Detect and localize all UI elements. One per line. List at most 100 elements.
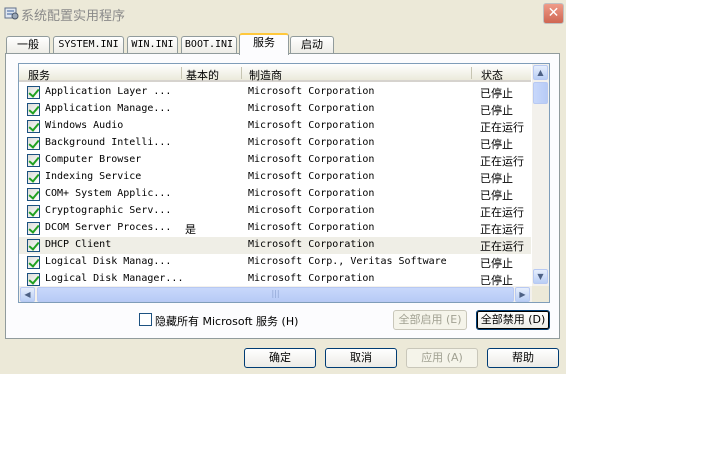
cancel-button[interactable]: 取消 <box>325 348 397 368</box>
service-checkbox[interactable] <box>27 154 40 167</box>
list-rows: Application Layer ... Microsoft Corporati… <box>19 84 531 286</box>
scroll-right-button[interactable]: ▶ <box>515 287 530 302</box>
table-row[interactable]: Application Layer ... Microsoft Corporati… <box>19 84 531 101</box>
status-cell: 已停止 <box>480 274 513 286</box>
vertical-scrollbar[interactable]: ▲ ▼ <box>532 64 549 286</box>
horizontal-scroll-thumb[interactable]: ||| <box>37 287 514 302</box>
table-row[interactable]: Windows Audio Microsoft Corporation 正在运行 <box>19 118 531 135</box>
status-cell: 正在运行 <box>480 240 524 253</box>
table-row[interactable]: Background Intelli... Microsoft Corporati… <box>19 135 531 152</box>
manufacturer-cell: Microsoft Corporation <box>248 239 375 250</box>
service-checkbox[interactable] <box>27 137 40 150</box>
column-header-service[interactable]: 服务 <box>28 67 50 83</box>
service-checkbox[interactable] <box>27 205 40 218</box>
enable-all-button[interactable]: 全部启用 (E) <box>393 310 467 330</box>
manufacturer-cell: Microsoft Corporation <box>248 86 375 97</box>
service-name-cell: Cryptographic Serv... <box>45 205 172 216</box>
tab-general[interactable]: 一般 <box>6 36 50 54</box>
scroll-down-button[interactable]: ▼ <box>533 269 548 284</box>
service-name-cell: Background Intelli... <box>45 137 172 148</box>
tab-boot-ini[interactable]: BOOT.INI <box>181 36 237 54</box>
column-separator[interactable] <box>471 67 472 79</box>
status-cell: 已停止 <box>480 189 513 202</box>
status-cell: 已停止 <box>480 138 513 151</box>
column-header-essential[interactable]: 基本的 <box>186 67 219 83</box>
title-bar: 系统配置实用程序 ✕ <box>0 0 566 26</box>
apply-button[interactable]: 应用 (A) <box>406 348 478 368</box>
msconfig-app-icon <box>4 7 19 20</box>
service-checkbox[interactable] <box>27 86 40 99</box>
service-name-cell: DCOM Server Proces... <box>45 222 172 233</box>
scrollbar-corner <box>532 286 549 302</box>
close-button[interactable]: ✕ <box>543 3 564 24</box>
service-name-cell: Application Layer ... <box>45 86 172 97</box>
table-row[interactable]: Cryptographic Serv... Microsoft Corporati… <box>19 203 531 220</box>
table-row[interactable]: Logical Disk Manag... Microsoft Corp., Ve… <box>19 254 531 271</box>
status-cell: 正在运行 <box>480 155 524 168</box>
tab-system-ini[interactable]: SYSTEM.INI <box>53 36 124 54</box>
status-cell: 已停止 <box>480 257 513 270</box>
msconfig-window: 系统配置实用程序 ✕ 一般 SYSTEM.INI WIN.INI BOOT.IN… <box>0 0 566 374</box>
status-cell: 正在运行 <box>480 121 524 134</box>
tab-startup[interactable]: 启动 <box>290 36 334 54</box>
hide-microsoft-label[interactable]: 隐藏所有 Microsoft 服务 (H) <box>155 313 298 329</box>
service-name-cell: Application Manage... <box>45 103 172 114</box>
window-title: 系统配置实用程序 <box>21 9 126 24</box>
service-checkbox[interactable] <box>27 103 40 116</box>
service-name-cell: Computer Browser <box>45 154 142 165</box>
column-header-manufacturer[interactable]: 制造商 <box>249 67 282 83</box>
scroll-left-button[interactable]: ◀ <box>20 287 35 302</box>
table-row[interactable]: COM+ System Applic... Microsoft Corporati… <box>19 186 531 203</box>
manufacturer-cell: Microsoft Corporation <box>248 273 375 284</box>
status-cell: 正在运行 <box>480 223 524 236</box>
service-checkbox[interactable] <box>27 188 40 201</box>
manufacturer-cell: Microsoft Corporation <box>248 222 375 233</box>
service-checkbox[interactable] <box>27 256 40 269</box>
manufacturer-cell: Microsoft Corp., Veritas Software <box>248 256 447 267</box>
manufacturer-cell: Microsoft Corporation <box>248 120 375 131</box>
service-name-cell: COM+ System Applic... <box>45 188 172 199</box>
manufacturer-cell: Microsoft Corporation <box>248 103 375 114</box>
tab-strip: 一般 SYSTEM.INI WIN.INI BOOT.INI 服务 启动 <box>0 32 566 55</box>
table-row[interactable]: DCOM Server Proces... 是 Microsoft Corporat… <box>19 220 531 237</box>
table-row[interactable]: DHCP Client Microsoft Corporation 正在运行 <box>19 237 531 254</box>
horizontal-scrollbar[interactable]: ◀ ||| ▶ <box>19 286 532 302</box>
service-checkbox[interactable] <box>27 120 40 133</box>
help-button[interactable]: 帮助 <box>487 348 559 368</box>
tab-win-ini[interactable]: WIN.INI <box>127 36 178 54</box>
status-cell: 已停止 <box>480 104 513 117</box>
service-checkbox[interactable] <box>27 171 40 184</box>
service-checkbox[interactable] <box>27 222 40 235</box>
column-separator[interactable] <box>241 67 242 79</box>
scroll-up-button[interactable]: ▲ <box>533 65 548 80</box>
status-cell: 正在运行 <box>480 206 524 219</box>
manufacturer-cell: Microsoft Corporation <box>248 171 375 182</box>
vertical-scroll-thumb[interactable] <box>533 82 548 104</box>
service-checkbox[interactable] <box>27 239 40 252</box>
table-row[interactable]: Indexing Service Microsoft Corporation 已停止 <box>19 169 531 186</box>
table-row[interactable]: Logical Disk Manager... Microsoft Corpora… <box>19 271 531 286</box>
list-header: 服务 基本的 制造商 状态 <box>19 64 531 82</box>
table-row[interactable]: Application Manage... Microsoft Corporati… <box>19 101 531 118</box>
disable-all-button[interactable]: 全部禁用 (D) <box>476 310 550 330</box>
hide-microsoft-checkbox[interactable] <box>139 313 152 326</box>
manufacturer-cell: Microsoft Corporation <box>248 205 375 216</box>
service-name-cell: Logical Disk Manag... <box>45 256 172 267</box>
services-panel: 服务 基本的 制造商 状态 Application Layer ... Micro… <box>5 53 560 339</box>
service-name-cell: Logical Disk Manager... <box>45 273 184 284</box>
column-header-status[interactable]: 状态 <box>481 67 503 83</box>
service-name-cell: Windows Audio <box>45 120 124 131</box>
column-separator[interactable] <box>181 67 182 79</box>
table-row[interactable]: Computer Browser Microsoft Corporation 正在运… <box>19 152 531 169</box>
service-checkbox[interactable] <box>27 273 40 286</box>
status-cell: 已停止 <box>480 87 513 100</box>
ok-button[interactable]: 确定 <box>244 348 316 368</box>
manufacturer-cell: Microsoft Corporation <box>248 154 375 165</box>
status-cell: 已停止 <box>480 172 513 185</box>
essential-cell: 是 <box>185 223 196 236</box>
service-name-cell: DHCP Client <box>45 239 112 250</box>
manufacturer-cell: Microsoft Corporation <box>248 188 375 199</box>
manufacturer-cell: Microsoft Corporation <box>248 137 375 148</box>
tab-services[interactable]: 服务 <box>239 33 289 55</box>
services-list: 服务 基本的 制造商 状态 Application Layer ... Micro… <box>18 63 550 303</box>
